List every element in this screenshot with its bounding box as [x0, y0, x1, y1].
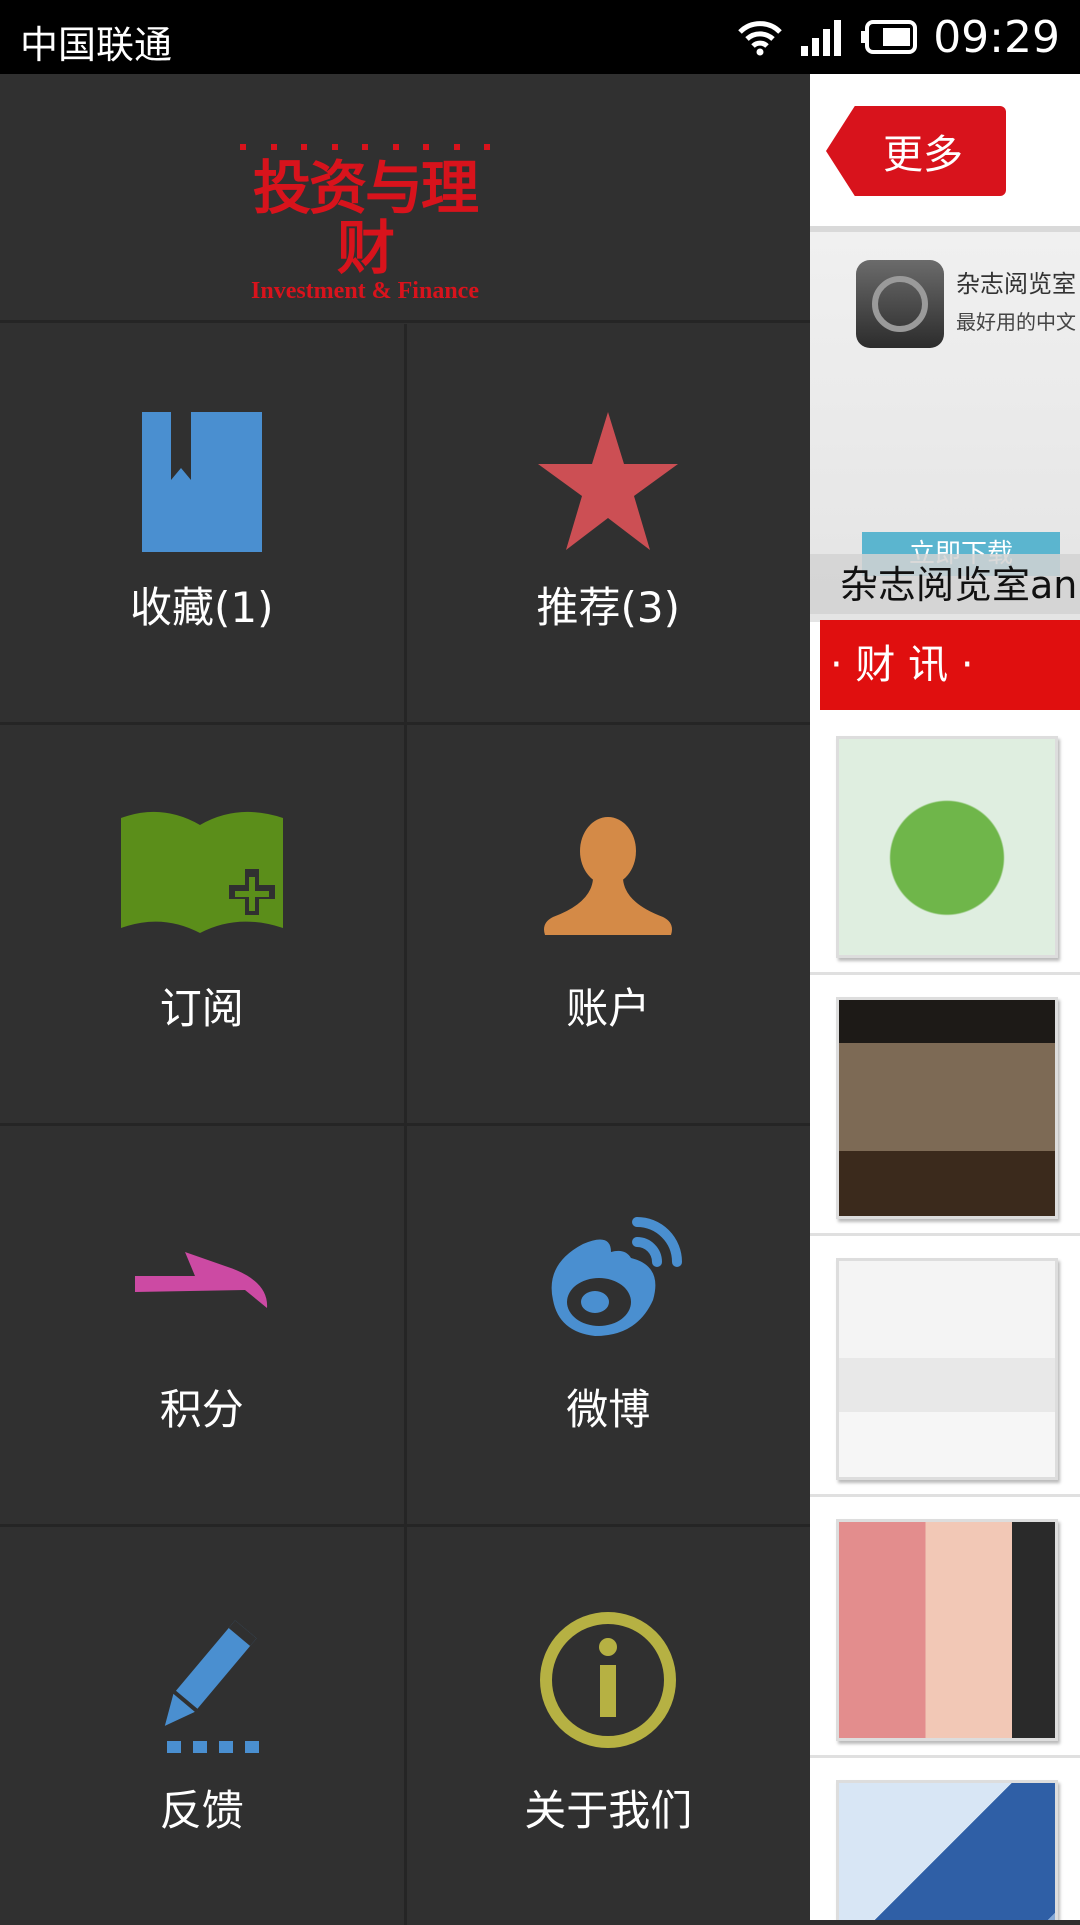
menu-label: 订阅 [159, 984, 244, 1033]
news-list [810, 714, 1080, 1920]
banner-title: 杂志阅览室 [956, 270, 1076, 298]
list-item[interactable] [810, 714, 1080, 975]
news-thumbnail [836, 1519, 1058, 1741]
news-thumbnail [836, 1258, 1058, 1480]
menu-label: 账户 [566, 984, 651, 1033]
bookmark-icon [141, 412, 262, 552]
carrier-name: 中国联通 [20, 23, 173, 67]
menu-item-recommend[interactable]: 推荐(3) [407, 324, 811, 722]
menu-label: 关于我们 [524, 1786, 693, 1835]
section-header: · 财 讯 · [820, 620, 1080, 710]
news-thumbnail [836, 1780, 1058, 1920]
side-drawer: 投资与理财 Investment & Finance 收藏(1) 推荐(3) 订… [0, 74, 810, 1925]
banner-caption: 杂志阅览室an [810, 554, 1080, 614]
info-icon [540, 1612, 677, 1748]
menu-label: 推荐(3) [536, 583, 681, 632]
menu-label: 收藏(1) [130, 583, 274, 632]
status-bar: 中国联通 09:29 [0, 0, 1080, 74]
menu-label: 反馈 [159, 1786, 244, 1835]
pencil-icon [164, 1620, 259, 1753]
news-thumbnail [836, 997, 1058, 1219]
clock: 09:29 [933, 11, 1060, 63]
list-item[interactable] [810, 1497, 1080, 1758]
list-item[interactable] [810, 975, 1080, 1236]
list-item[interactable] [810, 1758, 1080, 1920]
ad-banner[interactable]: 杂志阅览室 最好用的中文 立即下载 杂志阅览室an [810, 232, 1080, 622]
app-logo: 投资与理财 Investment & Finance [230, 144, 500, 304]
menu-item-favorites[interactable]: 收藏(1) [0, 324, 407, 722]
star-icon [538, 412, 679, 550]
book-add-icon [120, 811, 283, 933]
menu-grid: 收藏(1) 推荐(3) 订阅 账户 积分 微博 反馈 关于我们 [0, 324, 810, 1925]
app-icon [856, 260, 944, 348]
menu-item-subscribe[interactable]: 订阅 [0, 725, 407, 1123]
battery-icon [861, 20, 918, 54]
banner-subtitle: 最好用的中文 [956, 310, 1076, 334]
menu-item-account[interactable]: 账户 [407, 725, 811, 1123]
logo-area: 投资与理财 Investment & Finance [0, 74, 810, 323]
menu-item-points[interactable]: 积分 [0, 1126, 407, 1524]
menu-item-about[interactable]: 关于我们 [407, 1527, 811, 1925]
menu-label: 积分 [159, 1385, 244, 1434]
user-icon [544, 817, 673, 935]
list-item[interactable] [810, 1236, 1080, 1497]
menu-label: 微博 [566, 1385, 651, 1434]
menu-item-feedback[interactable]: 反馈 [0, 1527, 407, 1925]
top-bar: 更多 [810, 74, 1080, 232]
signal-icon [801, 20, 842, 56]
points-icon [134, 1252, 267, 1308]
logo-title: 投资与理财 [252, 154, 479, 282]
weibo-icon [551, 1217, 683, 1336]
news-thumbnail [836, 736, 1058, 958]
more-button[interactable]: 更多 [826, 106, 1006, 196]
menu-item-weibo[interactable]: 微博 [407, 1126, 811, 1524]
wifi-icon [738, 21, 782, 56]
main-content: 更多 杂志阅览室 最好用的中文 立即下载 杂志阅览室an · 财 讯 · [810, 74, 1080, 1920]
logo-subtitle: Investment & Finance [251, 278, 479, 304]
